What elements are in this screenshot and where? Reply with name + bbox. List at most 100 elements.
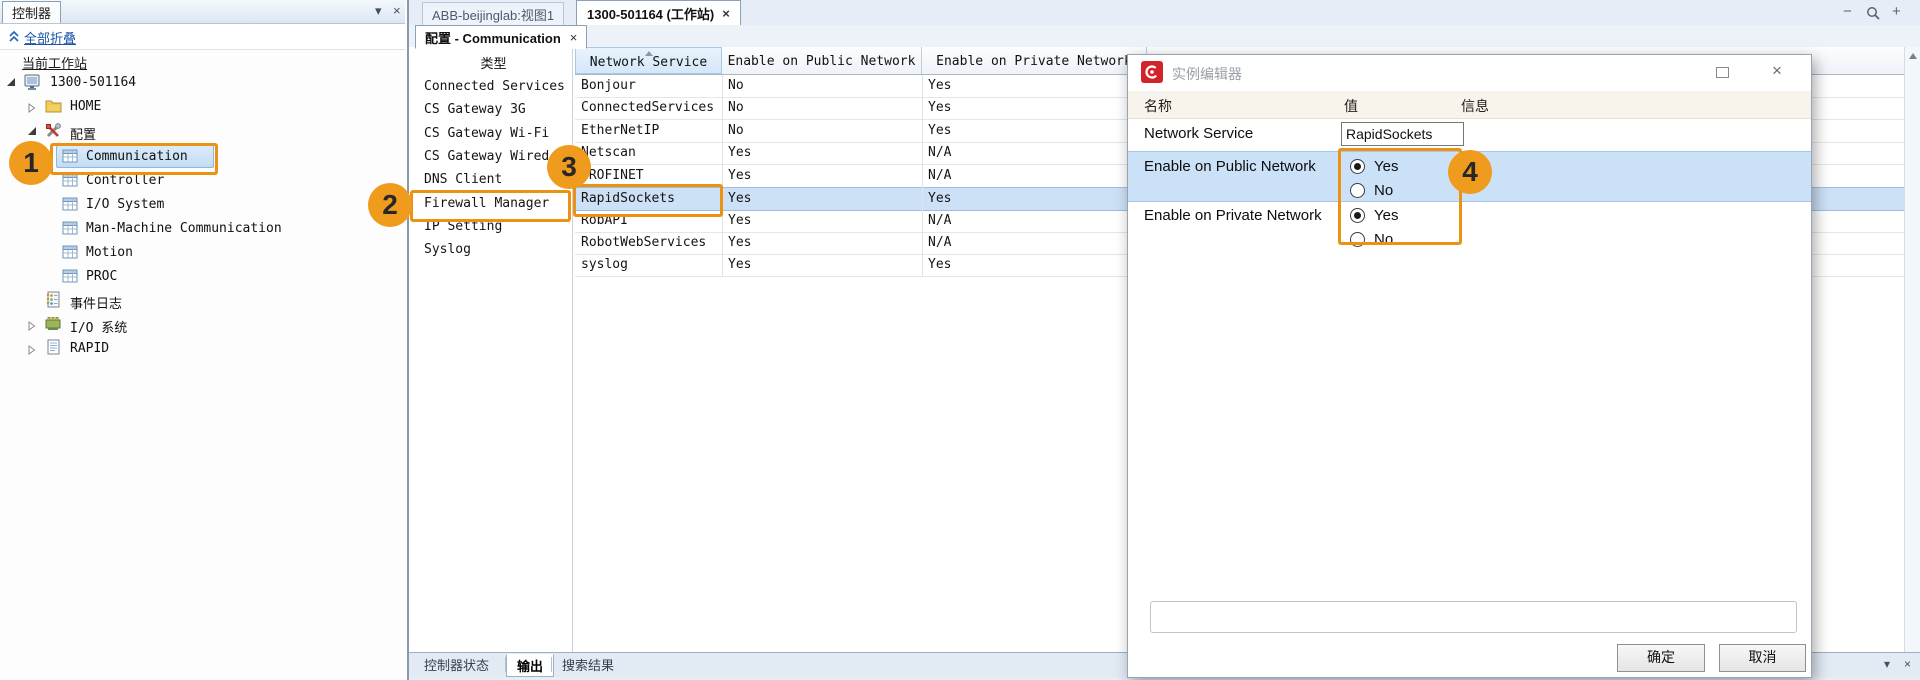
vertical-scrollbar[interactable] [1904,47,1920,652]
tab-station[interactable]: 1300-501164 (工作站) × [576,0,741,26]
tree-item-event-log[interactable]: 事件日志 [0,290,405,312]
cell-public: No [728,100,744,115]
dock-icon[interactable]: ▾ [1884,657,1890,671]
cancel-button[interactable]: 取消 [1719,644,1806,672]
tree-item-label: Communication [86,149,188,164]
tab-label: 搜索结果 [562,658,615,673]
tree-item-controller[interactable]: Controller [0,170,405,192]
collapse-all-row[interactable]: 全部折叠 [0,24,405,50]
radio-public-yes-label[interactable]: Yes [1374,158,1398,175]
ok-button[interactable]: 确定 [1617,644,1705,672]
cell-service: PROFINET [581,168,644,183]
plus-icon[interactable]: + [1892,4,1901,19]
cell-public: Yes [728,213,752,228]
tree-item-root[interactable]: 1300-501164 [0,72,405,94]
radio-private-no[interactable] [1350,232,1365,247]
collapse-all-link[interactable]: 全部折叠 [24,28,76,47]
tree-item-rapid[interactable]: RAPID [0,338,405,360]
instance-editor-icon [1141,61,1163,83]
radio-private-no-label[interactable]: No [1374,231,1393,248]
type-item-connected-services[interactable]: Connected Services [424,79,565,94]
column-header-public[interactable]: Enable on Public Network [722,47,922,74]
cell-public: Yes [728,235,752,250]
column-divider [722,75,723,277]
collapse-arrow-icon[interactable] [28,103,36,113]
tab-view1[interactable]: ABB-beijinglab:视图1 [422,2,565,25]
cell-public: Yes [728,257,752,272]
tree-item-proc[interactable]: PROC [0,266,405,288]
type-item-cs-gateway-wired[interactable]: CS Gateway Wired [424,149,549,164]
tab-label: 控制器状态 [424,658,490,673]
tree-item-home[interactable]: HOME [0,96,405,118]
radio-private-yes-label[interactable]: Yes [1374,207,1398,224]
dialog-comment-box[interactable] [1150,601,1797,633]
cell-service: Bonjour [581,78,636,93]
tab-controller-status[interactable]: 控制器状态 [414,654,499,675]
tree-item-communication[interactable]: Communication [0,145,405,168]
dialog-title: 实例编辑器 [1172,66,1242,82]
minimize-icon[interactable]: − [1843,4,1852,19]
grid-icon [62,269,78,283]
grid-icon [62,173,78,187]
tree-item-config[interactable]: 配置 [0,121,405,143]
close-icon[interactable]: × [722,6,730,21]
dialog-row-public-label: Enable on Public Network [1144,158,1316,175]
type-item-firewall-manager[interactable]: Firewall Manager [424,196,549,211]
folder-icon [45,100,62,113]
close-icon[interactable]: × [570,30,578,45]
type-item-ip-setting[interactable]: IP Setting [424,219,502,234]
radio-public-yes[interactable] [1350,159,1365,174]
collapse-arrow-icon[interactable] [28,345,36,355]
cell-private: Yes [928,123,952,138]
tab-config-communication-label: 配置 - Communication [425,30,561,46]
cell-private: N/A [928,213,952,228]
radio-public-no[interactable] [1350,183,1365,198]
expand-arrow-icon[interactable] [28,127,36,135]
cell-public: Yes [728,168,752,183]
cell-public: Yes [728,191,752,206]
type-item-cs-gateway-wifi[interactable]: CS Gateway Wi-Fi [424,126,549,141]
column-header-private[interactable]: Enable on Private Network [922,47,1147,74]
radio-private-yes[interactable] [1350,208,1365,223]
tab-config-communication[interactable]: 配置 - Communication × [415,25,588,49]
tree-item-io-system[interactable]: I/O 系统 [0,314,405,336]
type-item-dns-client[interactable]: DNS Client [424,172,502,187]
service-value-input[interactable]: RapidSockets [1341,122,1464,146]
instance-editor-dialog: 实例编辑器 × 名称 值 信息 Network Service RapidSoc… [1127,54,1812,678]
magnifier-icon[interactable] [1866,6,1881,21]
radio-public-no-label[interactable]: No [1374,182,1393,199]
tab-output-active[interactable]: 输出 [506,654,555,677]
tree-item-label: I/O 系统 [70,321,128,336]
current-station-link[interactable]: 当前工作站 [22,53,87,72]
controller-panel: 控制器 ▾ × 全部折叠 当前工作站 1300-501164 HOME 配置 C… [0,0,409,680]
tree-item-label: HOME [70,99,102,114]
close-icon[interactable]: × [1772,61,1782,81]
tree-item-man-machine[interactable]: Man-Machine Communication [0,218,405,240]
maximize-icon[interactable] [1716,67,1729,78]
column-divider [922,75,923,277]
close-icon[interactable]: × [393,3,401,18]
type-list-divider [572,47,573,652]
expand-arrow-icon[interactable] [7,78,15,86]
tree-item-label: Controller [86,173,165,188]
grid-icon [62,221,78,235]
tree-item-motion[interactable]: Motion [0,242,405,264]
cell-private: N/A [928,235,952,250]
type-item-syslog[interactable]: Syslog [424,242,471,257]
dialog-col-name: 名称 [1144,98,1172,114]
cell-service: Netscan [581,145,636,160]
scroll-up-icon[interactable] [1909,53,1917,59]
collapse-all-icon [9,30,19,42]
type-item-cs-gateway-3g[interactable]: CS Gateway 3G [424,102,526,117]
event-log-icon [46,291,60,308]
tree-item-io-system-config[interactable]: I/O System [0,194,405,216]
close-icon[interactable]: × [1904,657,1911,671]
cell-private: Yes [928,78,952,93]
tab-search-results[interactable]: 搜索结果 [552,654,624,675]
cell-public: No [728,123,744,138]
column-header-network-service[interactable]: Network Service [575,47,722,74]
cell-service: syslog [581,257,628,272]
dock-icon[interactable]: ▾ [375,3,382,19]
collapse-arrow-icon[interactable] [28,321,36,331]
cell-service: RobotWebServices [581,235,707,250]
